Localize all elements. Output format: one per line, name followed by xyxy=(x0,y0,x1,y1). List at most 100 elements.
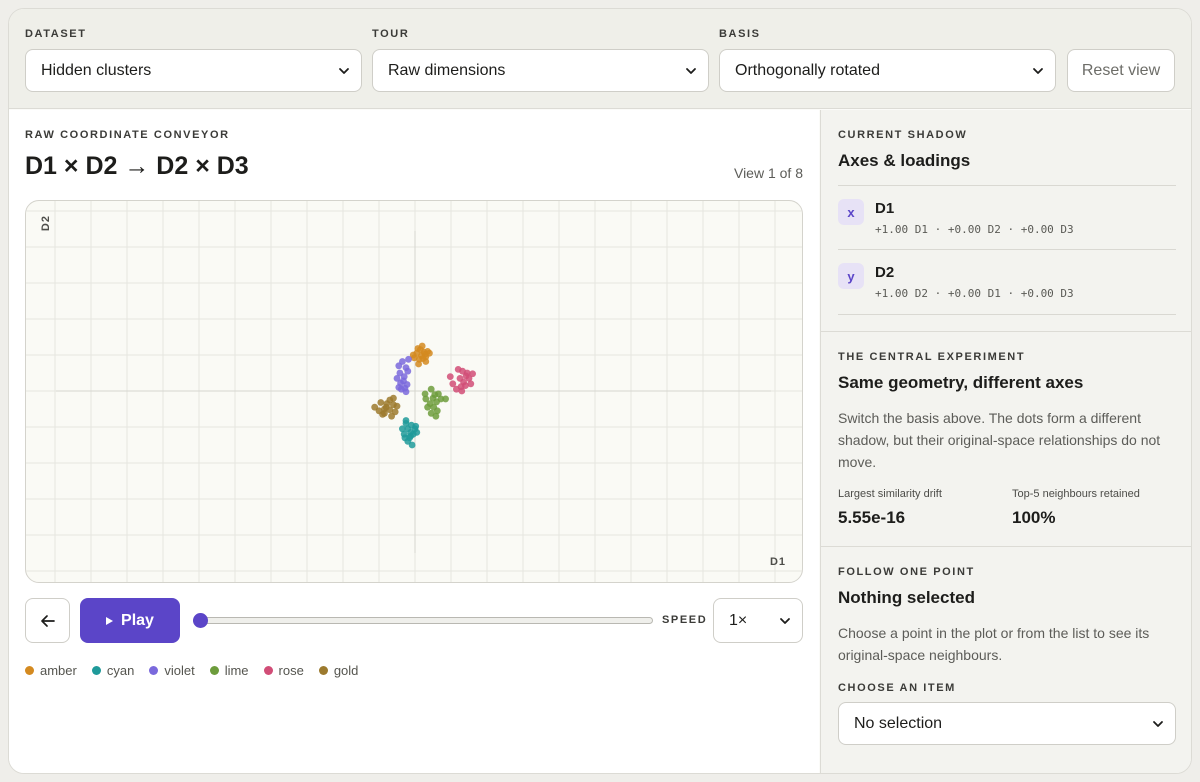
basis-select-value: Orthogonally rotated xyxy=(735,61,880,79)
data-point-lime[interactable] xyxy=(442,395,449,403)
y-axis-badge: y xyxy=(838,263,864,289)
data-point-cyan[interactable] xyxy=(401,434,409,442)
main-panel: RAW COORDINATE CONVEYOR D1 × D2 → D2 × D… xyxy=(9,110,819,773)
tour-select-value: Raw dimensions xyxy=(388,61,506,79)
data-point-lime[interactable] xyxy=(421,390,429,398)
main-eyebrow: RAW COORDINATE CONVEYOR xyxy=(25,129,230,141)
data-point-amber[interactable] xyxy=(414,345,422,352)
legend-swatch xyxy=(263,666,273,675)
x-axis-label: D1 xyxy=(769,556,786,568)
chevron-down-icon xyxy=(686,68,696,74)
play-button[interactable]: Play xyxy=(80,598,180,643)
slider-handle[interactable] xyxy=(193,613,208,628)
basis-select[interactable]: Orthogonally rotated xyxy=(719,49,1056,92)
data-point-rose[interactable] xyxy=(458,387,466,395)
neighbours-retained-value: 100% xyxy=(1012,508,1056,527)
data-point-gold[interactable] xyxy=(383,400,391,407)
legend-swatch xyxy=(209,666,219,675)
data-point-amber[interactable] xyxy=(422,358,430,365)
arrow-left-icon xyxy=(40,614,55,627)
data-point-rose[interactable] xyxy=(462,372,470,380)
tour-label: TOUR xyxy=(372,28,410,40)
data-point-gold[interactable] xyxy=(388,412,395,420)
data-point-amber[interactable] xyxy=(426,349,433,357)
play-label: Play xyxy=(121,611,154,629)
similarity-drift-value: 5.55e-16 xyxy=(838,508,906,527)
data-point-gold[interactable] xyxy=(393,402,401,410)
data-point-violet[interactable] xyxy=(405,355,412,363)
tour-select[interactable]: Raw dimensions xyxy=(372,49,709,92)
data-point-gold[interactable] xyxy=(381,409,388,417)
speed-select[interactable]: 1× xyxy=(713,598,803,643)
data-point-amber[interactable] xyxy=(415,360,422,368)
legend-item-violet: violet xyxy=(149,663,195,678)
choose-item-select[interactable]: No selection xyxy=(838,702,1176,745)
current-shadow-section: CURRENT SHADOW Axes & loadings x D1 +1.0… xyxy=(821,110,1191,332)
data-point-lime[interactable] xyxy=(424,403,431,411)
legend-item-cyan: cyan xyxy=(91,663,135,678)
data-point-lime[interactable] xyxy=(429,394,437,402)
data-point-rose[interactable] xyxy=(467,380,475,388)
dataset-label: DATASET xyxy=(25,28,87,40)
experiment-title: Same geometry, different axes xyxy=(838,373,1084,392)
app-window: DATASET Hidden clusters TOUR Raw dimensi… xyxy=(8,8,1192,774)
data-point-violet[interactable] xyxy=(397,379,404,387)
previous-view-button[interactable] xyxy=(25,598,70,643)
playback-controls: Play SPEED 1× xyxy=(25,598,803,643)
legend-label: lime xyxy=(224,663,249,678)
loading-row-y: y D2 +1.00 D2 · +0.00 D1 · +0.00 D3 xyxy=(838,249,1176,315)
legend-item-gold: gold xyxy=(318,663,359,678)
chart-legend: amber cyan violet lime rose gold xyxy=(25,663,358,678)
legend-item-lime: lime xyxy=(209,663,249,678)
loading-equation: +1.00 D1 · +0.00 D2 · +0.00 D3 xyxy=(875,223,1074,236)
follow-eyebrow: FOLLOW ONE POINT xyxy=(838,566,975,578)
page-title: D1 × D2 → D2 × D3 xyxy=(25,152,249,180)
legend-swatch xyxy=(318,666,328,675)
experiment-eyebrow: THE CENTRAL EXPERIMENT xyxy=(838,351,1026,363)
data-point-lime[interactable] xyxy=(432,412,440,420)
legend-swatch xyxy=(25,666,34,675)
data-point-cyan[interactable] xyxy=(407,432,415,440)
data-point-gold[interactable] xyxy=(377,399,385,406)
loading-name: D1 xyxy=(875,200,895,217)
loading-name: D2 xyxy=(875,264,895,281)
data-point-cyan[interactable] xyxy=(413,429,421,436)
dataset-select[interactable]: Hidden clusters xyxy=(25,49,362,92)
data-point-violet[interactable] xyxy=(404,367,412,375)
data-point-rose[interactable] xyxy=(446,373,454,380)
scatter-plot[interactable]: D2 D1 xyxy=(25,200,803,583)
choose-item-label: CHOOSE AN ITEM xyxy=(838,682,956,694)
data-point-rose[interactable] xyxy=(469,370,476,378)
legend-item-rose: rose xyxy=(263,663,304,678)
data-point-cyan[interactable] xyxy=(412,422,420,430)
chevron-down-icon xyxy=(1033,68,1043,74)
data-point-cyan[interactable] xyxy=(402,417,410,424)
shadow-eyebrow: CURRENT SHADOW xyxy=(838,129,968,141)
follow-title: Nothing selected xyxy=(838,588,975,607)
data-point-gold[interactable] xyxy=(390,394,397,402)
data-point-cyan[interactable] xyxy=(399,425,406,433)
speed-label: SPEED xyxy=(662,614,708,626)
scatter-plot-svg xyxy=(26,201,802,582)
legend-label: cyan xyxy=(106,663,135,678)
shadow-title: Axes & loadings xyxy=(838,151,971,170)
data-point-violet[interactable] xyxy=(402,388,410,396)
reset-view-button[interactable]: Reset view xyxy=(1067,49,1175,92)
legend-swatch xyxy=(91,666,101,675)
legend-swatch xyxy=(149,666,159,675)
loading-equation: +1.00 D2 · +0.00 D1 · +0.00 D3 xyxy=(875,287,1074,300)
data-point-violet[interactable] xyxy=(399,358,406,365)
side-panel: CURRENT SHADOW Axes & loadings x D1 +1.0… xyxy=(820,110,1191,773)
legend-label: violet xyxy=(164,663,195,678)
data-point-cyan[interactable] xyxy=(408,441,416,449)
chevron-down-icon xyxy=(1153,721,1163,727)
basis-label: BASIS xyxy=(719,28,761,40)
x-axis-badge: x xyxy=(838,199,864,225)
legend-item-amber: amber xyxy=(25,663,77,678)
legend-label: gold xyxy=(333,663,359,678)
data-point-lime[interactable] xyxy=(435,390,442,398)
data-point-gold[interactable] xyxy=(371,403,379,411)
y-axis-label: D2 xyxy=(40,215,52,232)
view-slider[interactable] xyxy=(193,613,653,628)
choose-item-value: No selection xyxy=(854,714,943,732)
